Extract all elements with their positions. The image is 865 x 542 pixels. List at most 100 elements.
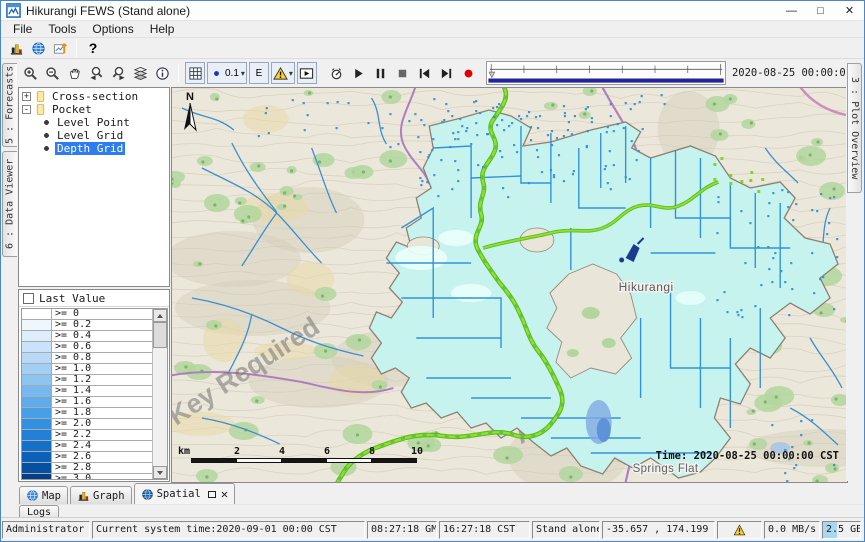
place-label-springs-flat: Springs Flat [633, 463, 699, 475]
minimize-button[interactable]: — [777, 1, 806, 20]
zoom-previous-button[interactable] [86, 62, 106, 84]
menu-bar: File Tools Options Help [1, 21, 864, 38]
status-warning [717, 521, 762, 539]
legend-value-label: >= 0 [52, 309, 79, 319]
animation-button[interactable] [297, 62, 317, 84]
spatial-display-button[interactable] [50, 37, 70, 59]
play-button[interactable] [349, 62, 369, 84]
map-canvas[interactable]: API Key RequiredAPI Key RequiredHikurang… [171, 87, 848, 483]
map-display-button[interactable] [28, 37, 48, 59]
pause-button[interactable] [371, 62, 391, 84]
timeline-slider[interactable] [486, 61, 726, 85]
stop-button[interactable] [393, 62, 413, 84]
tree-item-label: Depth Grid [55, 142, 125, 155]
step-back-icon [417, 66, 432, 81]
legend-value-label: >= 0.8 [52, 353, 91, 363]
class-interval-dropdown[interactable]: 0.1▾ [207, 62, 247, 84]
panel-tab-label: Map [42, 490, 61, 502]
zoom-prev-icon [89, 66, 104, 81]
zoom-next-button[interactable] [108, 62, 128, 84]
playback-speed-button[interactable] [327, 62, 347, 84]
tree-expander-icon[interactable]: - [22, 105, 31, 114]
warning-icon [733, 524, 746, 536]
legend-swatch [22, 342, 52, 352]
legend-swatch [22, 419, 52, 429]
close-button[interactable]: ✕ [835, 1, 864, 20]
step-forward-button[interactable] [437, 62, 457, 84]
legend-scrollbar[interactable] [152, 309, 167, 479]
globe-icon [31, 41, 46, 56]
tree-item-depth-grid[interactable]: Depth Grid [19, 142, 169, 155]
spatial-chart-icon [53, 41, 68, 56]
scroll-down-button[interactable] [153, 466, 167, 479]
toolbar-separator [178, 64, 179, 82]
globe-dark-icon [141, 488, 154, 501]
thresholds-dropdown[interactable]: ▾ [271, 62, 295, 84]
chevron-down-icon: ▾ [289, 69, 293, 78]
side-tab-data-viewer[interactable]: 6 : Data Viewer [2, 151, 17, 257]
legend-value-label: >= 1.0 [52, 364, 91, 374]
labels-toggle-button[interactable]: E [249, 62, 269, 84]
tree-item-pocket[interactable]: - Pocket [19, 103, 169, 116]
status-gmt-time: 08:27:18 GMT [367, 521, 437, 539]
movie-icon [299, 66, 314, 81]
record-button[interactable] [459, 62, 479, 84]
warning-icon [273, 66, 288, 81]
legend-swatch [22, 430, 52, 440]
right-tab-strip: 3 : Plot Overview [846, 59, 864, 481]
folder-icon [34, 103, 47, 116]
info-icon [155, 66, 170, 81]
map-scale-bar: km246810 [178, 446, 448, 468]
zoom-in-icon [23, 66, 38, 81]
maximize-button[interactable]: □ [806, 1, 835, 20]
panel-tab-spatial[interactable]: Spatial✕ [134, 483, 236, 504]
scale-unit-label: km [178, 446, 190, 457]
menu-tools[interactable]: Tools [40, 21, 84, 37]
layers-tree: +Cross-section - PocketLevel PointLevel Gr… [18, 87, 170, 287]
info-button[interactable] [152, 62, 172, 84]
last-value-checkbox[interactable] [23, 293, 34, 304]
main-toolbar: ? [1, 38, 864, 59]
scrollbar-thumb[interactable] [153, 322, 167, 348]
legend-swatch [22, 353, 52, 363]
tree-item-label: Pocket [50, 103, 94, 116]
layers-icon [133, 66, 148, 81]
legend-value-label: >= 1.2 [52, 375, 91, 385]
tree-item-cross-section[interactable]: +Cross-section [19, 90, 169, 103]
pan-button[interactable] [64, 62, 84, 84]
menu-file[interactable]: File [5, 21, 40, 37]
current-forecasts-button[interactable] [6, 37, 26, 59]
legend-swatch [22, 397, 52, 407]
place-label-hikurangi: Hikurangi [619, 280, 674, 294]
legend-swatch [22, 386, 52, 396]
step-back-button[interactable] [415, 62, 435, 84]
status-memory-gauge: 2.5 GB [822, 521, 861, 539]
close-panel-icon[interactable]: ✕ [221, 489, 228, 499]
zoom-out-button[interactable] [42, 62, 62, 84]
maximize-panel-icon[interactable] [208, 491, 216, 498]
status-local-time: 16:27:18 CST [439, 521, 530, 539]
legend-swatch [22, 452, 52, 462]
legend-swatch [22, 375, 52, 385]
legend-value-label: >= 0.4 [52, 331, 91, 341]
tree-item-label: Level Grid [55, 129, 125, 142]
menu-help[interactable]: Help [142, 21, 183, 37]
layers-button[interactable] [130, 62, 150, 84]
side-tab-plot-overview[interactable]: 3 : Plot Overview [847, 63, 862, 193]
scale-tick-label: 2 [229, 446, 245, 457]
panel-tab-map[interactable]: Map [19, 486, 68, 504]
grid-toggle-button[interactable] [185, 62, 205, 84]
blue-dot-icon [209, 66, 224, 81]
tree-item-level-grid[interactable]: Level Grid [19, 129, 169, 142]
help-button[interactable]: ? [83, 37, 103, 59]
zoom-in-button[interactable] [20, 62, 40, 84]
panel-tab-graph[interactable]: Graph [70, 486, 132, 504]
scroll-up-button[interactable] [153, 309, 167, 322]
legend-value-label: >= 1.6 [52, 397, 91, 407]
side-tab-forecasts[interactable]: 5 : Forecasts [2, 63, 17, 147]
app-window: Hikurangi FEWS (Stand alone) — □ ✕ File … [0, 0, 865, 542]
tree-item-level-point[interactable]: Level Point [19, 116, 169, 129]
legend-value-label: >= 1.8 [52, 408, 91, 418]
tree-expander-icon[interactable]: + [22, 92, 31, 101]
menu-options[interactable]: Options [84, 21, 141, 37]
